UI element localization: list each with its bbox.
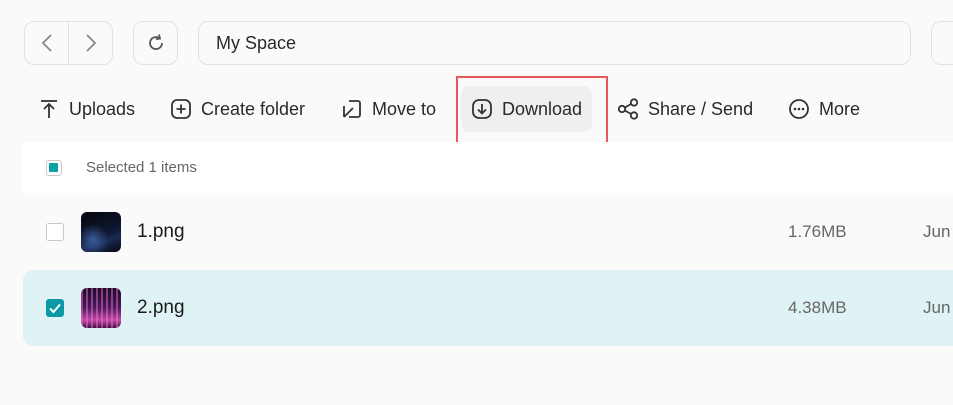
toolbar: Uploads Create folder Move to Download S…: [26, 86, 926, 132]
row-checkbox[interactable]: [46, 223, 64, 241]
more-label: More: [819, 98, 861, 119]
search-box[interactable]: [931, 21, 953, 65]
create-folder-button[interactable]: Create folder: [160, 86, 315, 132]
file-date: Jun: [923, 222, 951, 241]
file-name: 1.png: [137, 221, 185, 242]
forward-button[interactable]: [68, 22, 112, 64]
selection-count: Selected 1 items: [86, 159, 197, 176]
row-checkbox[interactable]: [46, 299, 64, 317]
refresh-button[interactable]: [133, 21, 178, 65]
more-button[interactable]: More: [778, 86, 870, 132]
more-icon: [789, 99, 809, 119]
chevron-left-icon: [41, 34, 52, 52]
file-name: 2.png: [137, 297, 185, 318]
image-thumbnail: [81, 212, 121, 252]
upload-icon: [41, 100, 57, 118]
add-folder-icon: [171, 99, 191, 119]
share-icon: [617, 98, 639, 120]
download-icon: [472, 99, 492, 119]
uploads-button[interactable]: Uploads: [28, 86, 145, 132]
download-label: Download: [502, 98, 583, 119]
uploads-label: Uploads: [69, 98, 136, 119]
file-row-2[interactable]: 2.png 4.38MB Jun: [23, 270, 953, 346]
file-date: Jun: [923, 298, 951, 317]
chevron-right-icon: [85, 34, 96, 52]
move-to-label: Move to: [372, 98, 437, 119]
file-size: 4.38MB: [788, 298, 847, 317]
back-button[interactable]: [25, 22, 68, 64]
move-icon: [343, 100, 361, 118]
selection-bar: Selected 1 items: [23, 142, 953, 193]
share-send-label: Share / Send: [648, 98, 754, 119]
path-bar[interactable]: My Space: [198, 21, 911, 65]
share-send-button[interactable]: Share / Send: [607, 86, 763, 132]
check-icon: [48, 303, 61, 313]
file-row-1[interactable]: 1.png 1.76MB Jun: [23, 194, 953, 270]
create-folder-label: Create folder: [201, 98, 306, 119]
download-button[interactable]: Download: [461, 86, 593, 132]
image-thumbnail: [81, 288, 121, 328]
move-to-button[interactable]: Move to: [331, 86, 446, 132]
path-text: My Space: [216, 32, 297, 53]
select-all-checkbox[interactable]: [46, 159, 62, 176]
history-nav: [24, 21, 113, 65]
refresh-icon: [148, 34, 163, 50]
file-size: 1.76MB: [788, 222, 847, 241]
